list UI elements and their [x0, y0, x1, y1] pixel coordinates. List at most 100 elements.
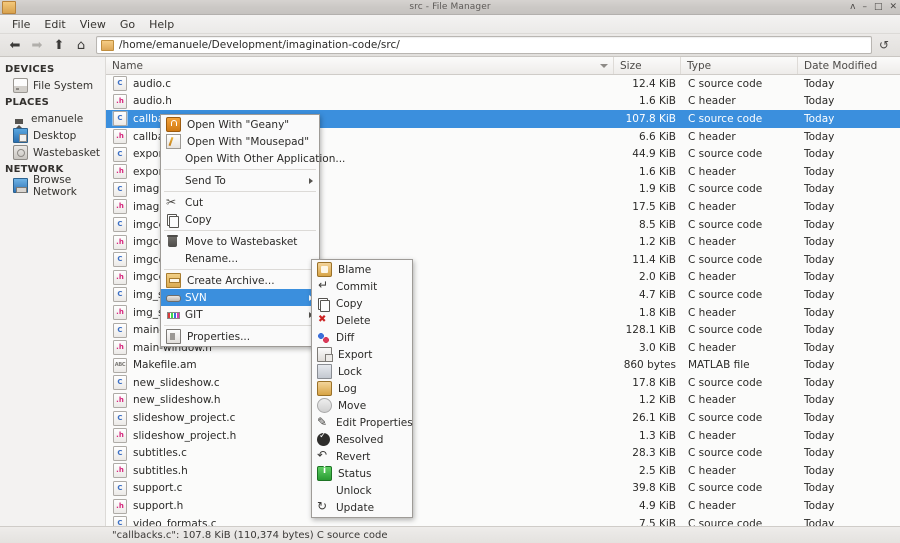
file-size-cell: 1.9 KiB — [638, 183, 676, 196]
svn-menu-item-resolved[interactable]: Resolved — [312, 431, 412, 448]
sidebar: DEVICES File System PLACES emanuele Desk… — [0, 57, 106, 526]
menu-item-cut[interactable]: Cut — [161, 194, 319, 211]
svn-menu-item-update[interactable]: Update — [312, 499, 412, 516]
column-headers: Name Size Type Date Modified — [106, 57, 900, 75]
svn-menu-item-blame[interactable]: Blame — [312, 261, 412, 278]
text-file-icon: ABC — [113, 357, 127, 373]
file-date-cell: Today — [804, 218, 835, 231]
menu-item-move-to-wastebasket[interactable]: Move to Wastebasket — [161, 233, 319, 250]
menu-item-open-with-other-application[interactable]: Open With Other Application... — [161, 150, 345, 167]
spacer-icon — [166, 152, 179, 165]
file-name-label: new_slideshow.c — [133, 376, 220, 389]
close-button[interactable]: ✕ — [889, 0, 897, 14]
table-row[interactable]: .h new_slideshow.h 1.2 KiB C header Today — [106, 392, 900, 410]
menu-go[interactable]: Go — [113, 17, 142, 32]
menu-item-send-to[interactable]: Send To — [161, 172, 319, 189]
svn-menu-item-edit-properties[interactable]: Edit Properties — [312, 414, 413, 431]
svn-menu-item-unlock[interactable]: Unlock — [312, 482, 412, 499]
svn-menu-item-label: Diff — [336, 331, 355, 344]
table-row[interactable]: Cnew_slideshow.c 17.8 KiB C source code Tod… — [106, 374, 900, 392]
menu-item-open-with-mousepad[interactable]: Open With "Mousepad" — [161, 133, 319, 150]
column-header-name[interactable]: Name — [106, 57, 614, 74]
table-row[interactable]: Csubtitles.c 28.3 KiB C source code Today — [106, 444, 900, 462]
svn-menu-item-status[interactable]: Status — [312, 465, 412, 482]
file-name-cell[interactable]: .h audio.h — [106, 93, 616, 109]
sidebar-item-browse-network[interactable]: Browse Network — [0, 174, 105, 198]
svn-menu-item-move[interactable]: Move — [312, 397, 412, 414]
table-row[interactable]: Caudio.c 12.4 KiB C source code Today — [106, 75, 900, 93]
sidebar-group-devices: DEVICES — [5, 64, 55, 75]
svn-menu-item-copy[interactable]: Copy — [312, 295, 412, 312]
file-date-cell: Today — [804, 77, 835, 90]
sidebar-item-emanuele[interactable]: emanuele — [0, 110, 105, 131]
menu-item-open-with-geany[interactable]: Open With "Geany" — [161, 116, 319, 133]
spacer-icon — [317, 484, 330, 497]
c-header-icon: .h — [113, 269, 127, 285]
c-source-icon: C — [113, 252, 127, 268]
table-row[interactable]: .h subtitles.h 2.5 KiB C header Today — [106, 462, 900, 480]
file-date-cell: Today — [804, 148, 835, 161]
shade-button[interactable]: ʌ — [850, 0, 855, 14]
path-bar[interactable]: /home/emanuele/Development/imagination-c… — [96, 36, 872, 54]
table-row[interactable]: .h support.h 4.9 KiB C header Today — [106, 497, 900, 515]
file-name-cell[interactable]: Caudio.c — [106, 76, 616, 92]
file-name-label: support.c — [133, 482, 183, 495]
table-row[interactable]: .h audio.h 1.6 KiB C header Today — [106, 93, 900, 111]
file-size-cell: 28.3 KiB — [632, 447, 676, 460]
table-row[interactable]: Csupport.c 39.8 KiB C source code Today — [106, 480, 900, 498]
maximize-button[interactable]: □ — [874, 0, 883, 14]
svn-menu-item-revert[interactable]: Revert — [312, 448, 412, 465]
file-type-cell: C header — [688, 95, 736, 108]
menu-item-label: GIT — [185, 308, 203, 321]
menu-view[interactable]: View — [73, 17, 113, 32]
menu-item-copy[interactable]: Copy — [161, 211, 319, 228]
file-name-label: subtitles.h — [133, 464, 188, 477]
reload-icon[interactable]: ↺ — [872, 35, 896, 55]
file-type-cell: C header — [688, 200, 736, 213]
svn-menu-item-commit[interactable]: Commit — [312, 278, 412, 295]
back-button[interactable]: ⬅ — [4, 35, 26, 55]
file-name-label: video_formats.c — [133, 517, 217, 526]
c-source-icon: C — [113, 111, 127, 127]
file-size-cell: 1.2 KiB — [638, 236, 676, 249]
file-date-cell: Today — [804, 376, 835, 389]
forward-button[interactable]: ➡ — [26, 35, 48, 55]
column-header-date[interactable]: Date Modified — [798, 57, 900, 74]
sidebar-item-label: File System — [33, 79, 94, 92]
status-bar: "callbacks.c": 107.8 KiB (110,374 bytes)… — [0, 526, 900, 543]
svn-menu-item-export[interactable]: Export — [312, 346, 412, 363]
svn-menu-item-log[interactable]: Log — [312, 380, 412, 397]
geany-icon — [166, 117, 181, 132]
home-button[interactable]: ⌂ — [70, 35, 92, 55]
menu-item-create-archive[interactable]: Create Archive... — [161, 272, 319, 289]
table-row[interactable]: ABC Makefile.am 860 bytes MATLAB file Today — [106, 357, 900, 375]
up-button[interactable]: ⬆ — [48, 35, 70, 55]
svn-menu-item-lock[interactable]: Lock — [312, 363, 412, 380]
sidebar-item-desktop[interactable]: Desktop — [0, 127, 105, 144]
menu-help[interactable]: Help — [142, 17, 181, 32]
file-name-label: support.h — [133, 500, 184, 513]
table-row[interactable]: .h slideshow_project.h 1.3 KiB C header Toda… — [106, 427, 900, 445]
window-title: src - File Manager — [409, 2, 491, 12]
file-type-cell: C source code — [688, 253, 763, 266]
menu-item-rename[interactable]: Rename... — [161, 250, 319, 267]
menu-item-svn[interactable]: SVN — [161, 289, 319, 306]
c-source-icon: C — [113, 76, 127, 92]
svn-menu-item-diff[interactable]: Diff — [312, 329, 412, 346]
menu-item-git[interactable]: GIT — [161, 306, 319, 323]
props-icon — [166, 329, 181, 344]
sidebar-item-wastebasket[interactable]: Wastebasket — [0, 144, 105, 161]
minimize-button[interactable]: – — [862, 0, 867, 14]
table-row[interactable]: Cslideshow_project.c 26.1 KiB C source cod… — [106, 409, 900, 427]
sidebar-item-file-system[interactable]: File System — [0, 77, 105, 94]
menu-edit[interactable]: Edit — [37, 17, 72, 32]
file-type-cell: C source code — [688, 517, 763, 526]
menu-file[interactable]: File — [5, 17, 37, 32]
sidebar-item-label: Browse Network — [33, 173, 77, 198]
table-row[interactable]: Cvideo_formats.c 7.5 KiB C source code Toda… — [106, 515, 900, 526]
column-header-type[interactable]: Type — [681, 57, 798, 74]
menu-item-properties[interactable]: Properties... — [161, 328, 319, 345]
c-header-icon: .h — [113, 392, 127, 408]
svn-menu-item-delete[interactable]: Delete — [312, 312, 412, 329]
column-header-size[interactable]: Size — [614, 57, 681, 74]
